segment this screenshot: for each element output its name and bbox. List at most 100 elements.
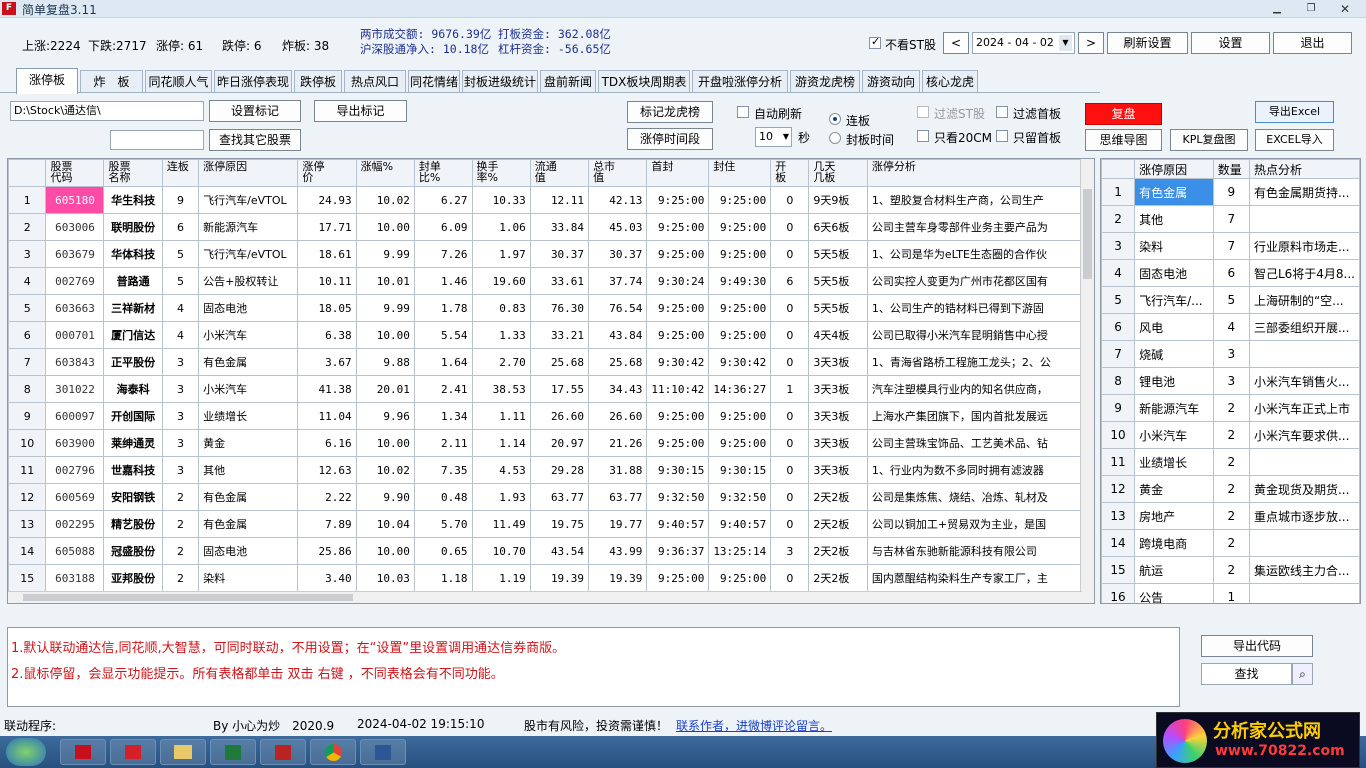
reason-cell[interactable]: 染料: [1134, 232, 1214, 260]
reason-row[interactable]: 14 跨境电商 2: [1101, 529, 1360, 557]
table-cell[interactable]: 1: [770, 375, 810, 403]
reason-cell[interactable]: [1248, 205, 1360, 233]
col-header[interactable]: 总市 值: [588, 159, 648, 187]
table-cell[interactable]: 公司是集炼焦、烧结、冶炼、轧材及: [866, 483, 1094, 511]
table-cell[interactable]: 固态电池: [198, 537, 299, 565]
table-cell[interactable]: 9.99: [355, 294, 415, 322]
table-cell[interactable]: 3天3板: [808, 402, 868, 430]
col-header[interactable]: 封单 比%: [413, 159, 473, 187]
table-cell[interactable]: 5天5板: [808, 267, 868, 295]
table-cell[interactable]: 603006: [45, 213, 105, 241]
table-cell[interactable]: 0.83: [471, 294, 531, 322]
table-cell[interactable]: 13: [8, 510, 47, 538]
reason-row[interactable]: 15 航运 2 集运欧线主力合...: [1101, 556, 1360, 584]
table-cell[interactable]: 25.86: [297, 537, 357, 565]
table-cell[interactable]: 7.35: [413, 456, 473, 484]
table-cell[interactable]: 000701: [45, 321, 105, 349]
reason-cell[interactable]: 15: [1101, 556, 1136, 584]
reason-cell[interactable]: 2: [1212, 556, 1250, 584]
table-cell[interactable]: 76.54: [588, 294, 648, 322]
table-cell[interactable]: 10.33: [471, 186, 531, 214]
scroll-thumb[interactable]: [23, 594, 353, 601]
table-cell[interactable]: 6.38: [297, 321, 357, 349]
table-cell[interactable]: 正平股份: [103, 348, 163, 376]
col-header[interactable]: [8, 159, 47, 187]
reason-cell[interactable]: 9: [1212, 178, 1250, 206]
table-cell[interactable]: 3: [770, 537, 810, 565]
reason-cell[interactable]: 烧碱: [1134, 340, 1214, 368]
table-cell[interactable]: 9:25:00: [708, 213, 772, 241]
table-cell[interactable]: 17.55: [529, 375, 590, 403]
table-cell[interactable]: 002769: [45, 267, 105, 295]
set-mark-button[interactable]: 设置标记: [209, 100, 301, 122]
table-cell[interactable]: 17.71: [297, 213, 357, 241]
table-cell[interactable]: 13:25:14: [708, 537, 772, 565]
reason-cell[interactable]: 智己L6将于4月8...: [1248, 259, 1360, 287]
table-row[interactable]: 13 002295 精艺股份 2 有色金属 7.89 10.04 5.70 11.49 19.75…: [8, 510, 1094, 538]
table-cell[interactable]: 6: [770, 267, 810, 295]
table-cell[interactable]: 小米汽车: [198, 375, 299, 403]
reason-row[interactable]: 16 公告 1: [1101, 583, 1360, 603]
reason-cell[interactable]: 其他: [1134, 205, 1214, 233]
table-cell[interactable]: 9:30:15: [708, 456, 772, 484]
auto-refresh-checkbox[interactable]: [737, 106, 749, 118]
table-cell[interactable]: 11.49: [471, 510, 531, 538]
reason-cell[interactable]: 锂电池: [1134, 367, 1214, 395]
table-row[interactable]: 5 603663 三祥新材 4 固态电池 18.05 9.99 1.78 0.83 76.30 76…: [8, 294, 1094, 322]
no-st-checkbox[interactable]: ✓: [869, 35, 881, 49]
table-cell[interactable]: 34.43: [588, 375, 648, 403]
table-cell[interactable]: 1.34: [413, 402, 473, 430]
table-cell[interactable]: 3天3板: [808, 456, 868, 484]
tab-1[interactable]: 炸 板: [80, 70, 143, 92]
reason-row[interactable]: 10 小米汽车 2 小米汽车要求供...: [1101, 421, 1360, 449]
table-cell[interactable]: 63.77: [529, 483, 590, 511]
reason-cell[interactable]: 小米汽车正式上市: [1248, 394, 1360, 422]
table-cell[interactable]: 精艺股份: [103, 510, 163, 538]
reason-cell[interactable]: [1248, 529, 1360, 557]
refresh-settings-button[interactable]: 刷新设置: [1107, 32, 1188, 54]
table-cell[interactable]: 0: [770, 510, 810, 538]
table-cell[interactable]: 0: [770, 564, 810, 592]
reason-cell[interactable]: 5: [1101, 286, 1136, 314]
radio-seal-time[interactable]: [829, 132, 841, 144]
table-cell[interactable]: 9:25:00: [708, 240, 772, 268]
table-cell[interactable]: 华生科技: [103, 186, 163, 214]
table-cell[interactable]: 公司主营车身零部件业务主要产品为: [866, 213, 1094, 241]
table-cell[interactable]: 10.11: [297, 267, 357, 295]
tab-4[interactable]: 跌停板: [294, 70, 342, 92]
table-cell[interactable]: 3天3板: [808, 375, 868, 403]
next-date-button[interactable]: >: [1078, 32, 1104, 54]
reason-cell[interactable]: 7: [1101, 340, 1136, 368]
table-cell[interactable]: 6.27: [413, 186, 473, 214]
table-cell[interactable]: 11:10:42: [646, 375, 710, 403]
reason-cell[interactable]: 12: [1101, 475, 1136, 503]
table-cell[interactable]: 冠盛股份: [103, 537, 163, 565]
table-cell[interactable]: 9:25:00: [646, 294, 710, 322]
kpl-button[interactable]: KPL复盘图: [1170, 129, 1248, 151]
close-icon[interactable]: ✕: [1334, 2, 1356, 16]
reason-cell[interactable]: 重点城市逐步放...: [1248, 502, 1360, 530]
start-button-icon[interactable]: [6, 738, 46, 766]
table-cell[interactable]: 3.40: [297, 564, 357, 592]
table-cell[interactable]: 6: [8, 321, 47, 349]
table-cell[interactable]: 1、公司生产的锆材料已得到下游固: [866, 294, 1094, 322]
reason-cell[interactable]: 风电: [1134, 313, 1214, 341]
table-cell[interactable]: 海泰科: [103, 375, 163, 403]
table-cell[interactable]: 2: [161, 537, 200, 565]
table-cell[interactable]: 33.84: [529, 213, 590, 241]
col-header[interactable]: 封住: [708, 159, 772, 187]
table-cell[interactable]: 9:30:42: [708, 348, 772, 376]
only-20cm-checkbox[interactable]: [917, 130, 929, 142]
radio-streak[interactable]: [829, 113, 841, 125]
reason-cell[interactable]: 跨境电商: [1134, 529, 1214, 557]
table-cell[interactable]: 26.60: [529, 402, 590, 430]
table-cell[interactable]: 飞行汽车/eVTOL: [198, 186, 299, 214]
reason-cell[interactable]: 公告: [1134, 583, 1214, 603]
limit-time-button[interactable]: 涨停时间段: [627, 128, 713, 150]
reason-cell[interactable]: 小米汽车销售火...: [1248, 367, 1360, 395]
import-excel-button[interactable]: EXCEL导入: [1255, 129, 1334, 151]
table-cell[interactable]: 10: [8, 429, 47, 457]
reason-cell[interactable]: 2: [1212, 475, 1250, 503]
reason-cell[interactable]: 3: [1101, 232, 1136, 260]
table-cell[interactable]: 2.70: [471, 348, 531, 376]
